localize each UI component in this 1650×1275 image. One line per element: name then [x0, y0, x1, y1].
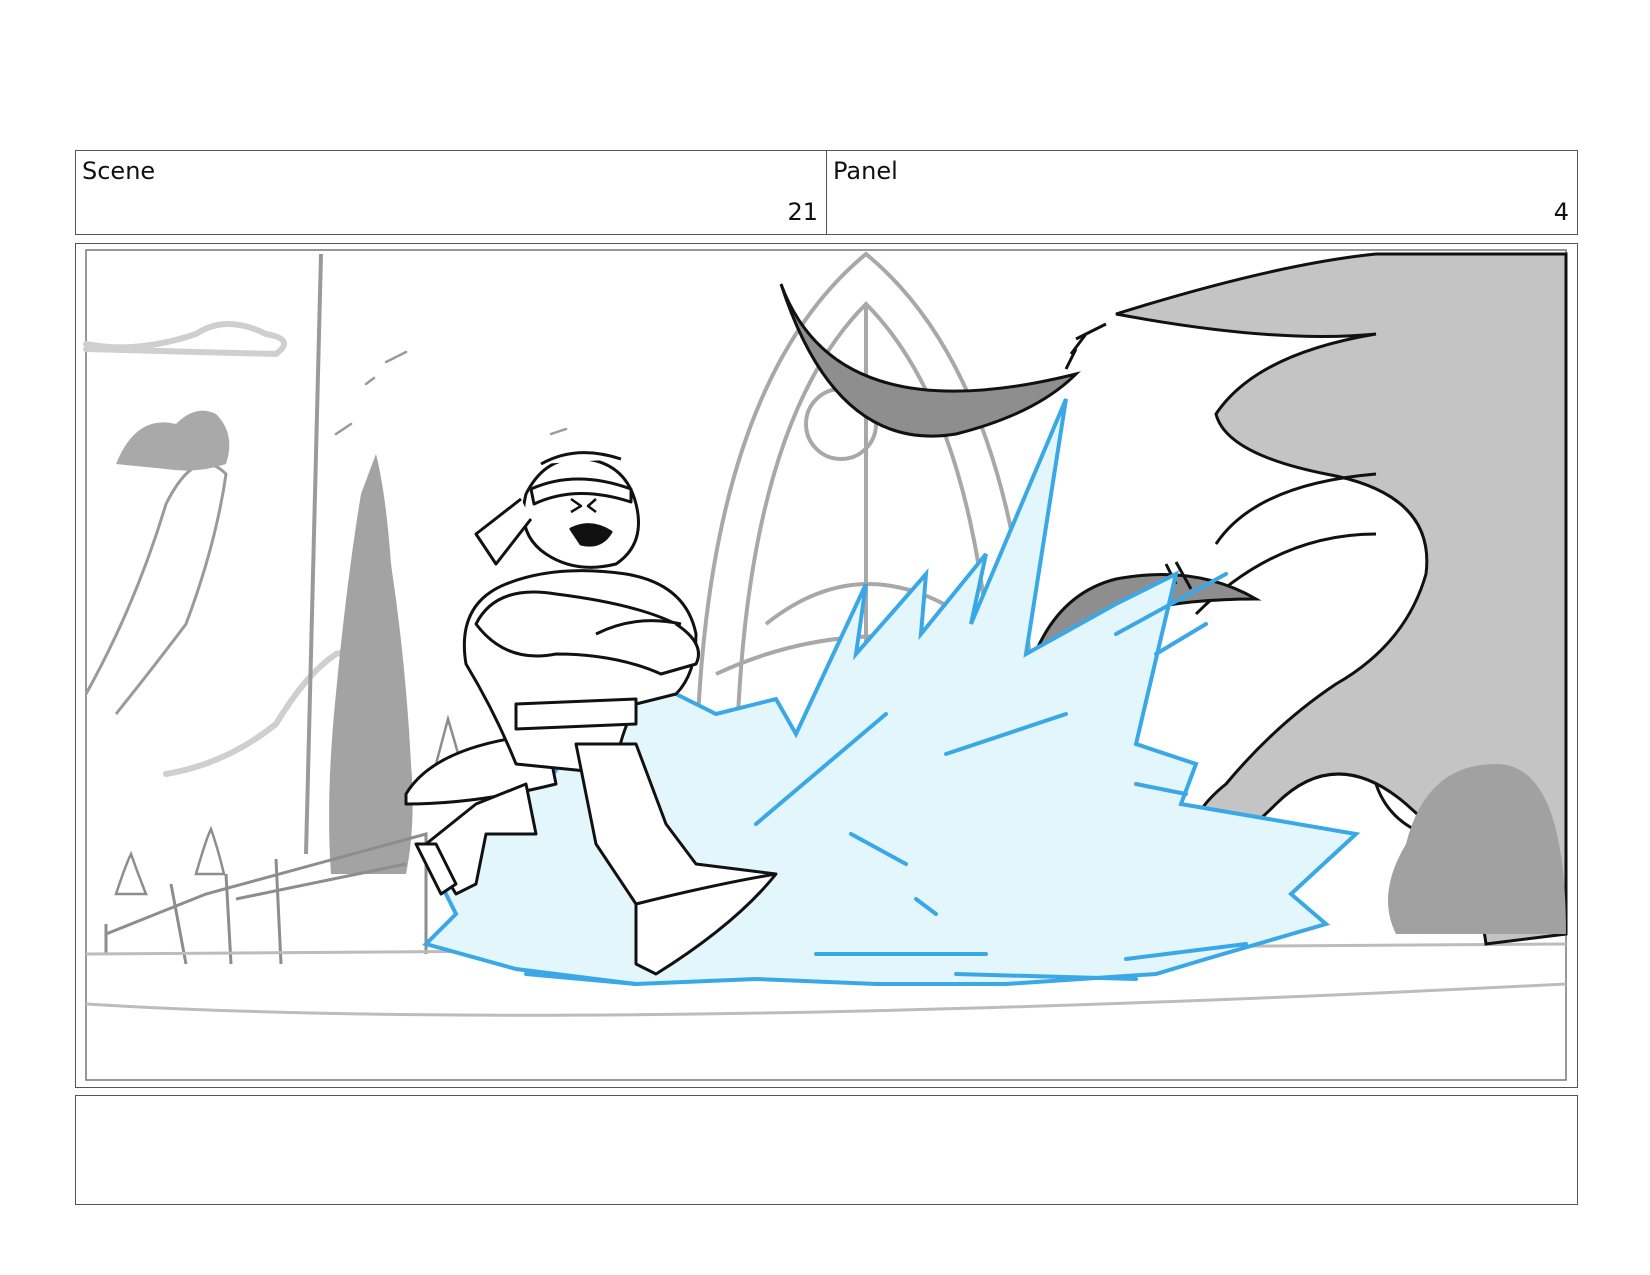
panel-cell: Panel 4: [826, 151, 1577, 234]
cypress-tree: [329, 454, 413, 874]
panel-label: Panel: [833, 157, 898, 185]
panel-header: Scene 21 Panel 4: [75, 150, 1578, 235]
scene-number: 21: [787, 198, 818, 226]
background-pole: [304, 253, 323, 855]
background-cliff: [84, 462, 228, 715]
scene-label: Scene: [82, 157, 156, 185]
motion-lines: [334, 350, 568, 436]
scene-cell: Scene 21: [76, 151, 826, 234]
panel-number: 4: [1553, 198, 1569, 226]
storyboard-frame: [75, 243, 1578, 1088]
panel-notes: [75, 1095, 1578, 1205]
storyboard-sketch: [83, 249, 1568, 1081]
background-bush: [116, 410, 230, 471]
